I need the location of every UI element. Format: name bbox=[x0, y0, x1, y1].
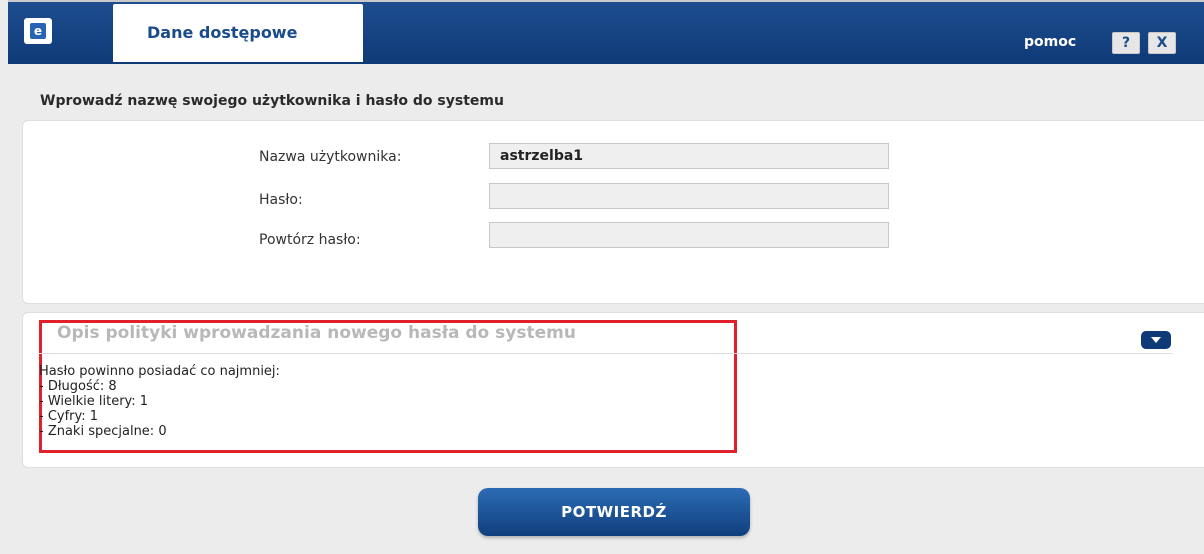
policy-title: Opis polityki wprowadzania nowego hasła … bbox=[57, 323, 576, 343]
instruction-text: Wprowadź nazwę swojego użytkownika i has… bbox=[40, 93, 504, 109]
policy-text: Hasło powinno posiadać co najmniej: - Dł… bbox=[39, 364, 280, 439]
confirm-button[interactable]: POTWIERDŹ bbox=[478, 488, 750, 536]
password-policy-panel: Opis polityki wprowadzania nowego hasła … bbox=[22, 312, 1204, 468]
credentials-panel: Nazwa użytkownika: Hasło: Powtórz hasło: bbox=[22, 120, 1204, 304]
help-link[interactable]: pomoc bbox=[1024, 34, 1076, 50]
policy-line: - Znaki specjalne: 0 bbox=[39, 424, 167, 439]
close-button[interactable]: X bbox=[1148, 32, 1176, 54]
tab-label: Dane dostępowe bbox=[147, 23, 298, 42]
help-button[interactable]: ? bbox=[1112, 32, 1140, 54]
app-logo-icon: e bbox=[24, 18, 52, 44]
chevron-down-icon[interactable] bbox=[1141, 331, 1171, 349]
username-label: Nazwa użytkownika: bbox=[259, 149, 402, 165]
username-input[interactable] bbox=[489, 143, 889, 169]
repeat-password-input[interactable] bbox=[489, 222, 889, 248]
policy-line: - Cyfry: 1 bbox=[39, 409, 99, 424]
repeat-password-label: Powtórz hasło: bbox=[259, 232, 361, 248]
tab-dane-dostepowe[interactable]: Dane dostępowe bbox=[113, 4, 363, 62]
password-input[interactable] bbox=[489, 183, 889, 209]
policy-line: - Długość: 8 bbox=[39, 379, 117, 394]
policy-line: - Wielkie litery: 1 bbox=[39, 394, 149, 409]
policy-line: Hasło powinno posiadać co najmniej: bbox=[39, 364, 280, 379]
title-bar: e Dane dostępowe pomoc ? X bbox=[8, 0, 1204, 64]
password-label: Hasło: bbox=[259, 192, 303, 208]
divider bbox=[39, 353, 1173, 354]
